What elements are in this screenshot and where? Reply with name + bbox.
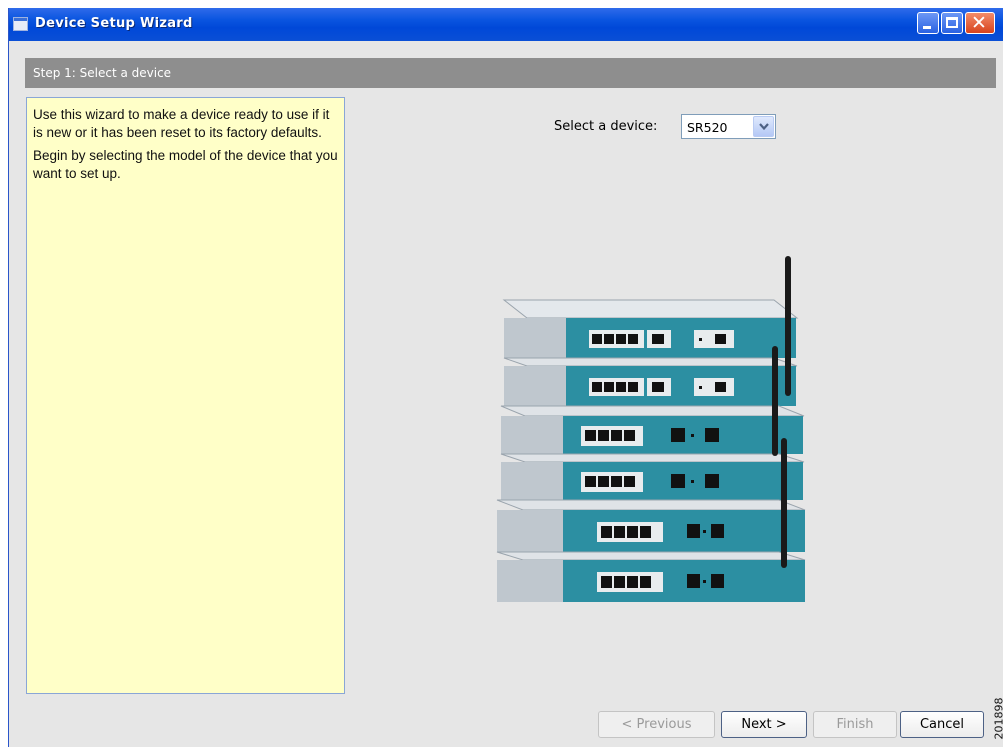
router-unit [503,357,798,406]
device-select-value: SR520 [687,120,728,135]
chevron-down-icon [759,123,769,131]
wizard-window: Device Setup Wizard ✕ Step 1: Select a d… [8,8,1003,747]
minimize-button[interactable] [917,12,939,34]
antenna [772,346,778,456]
figure-code-text: 201898 [992,697,1003,740]
window-icon [13,17,28,31]
previous-button[interactable]: < Previous [598,711,715,738]
close-icon: ✕ [971,12,987,34]
device-select-label: Select a device: [554,119,658,134]
help-text-instruction: Begin by selecting the model of the devi… [33,148,338,181]
next-button[interactable]: Next > [721,711,807,738]
router-unit [502,299,799,358]
router-unit [500,405,805,454]
dropdown-arrow-button[interactable] [753,116,774,137]
router-unit [496,499,806,552]
device-stack-image [496,256,806,602]
minimize-icon [923,26,931,29]
close-button[interactable]: ✕ [965,12,995,34]
antenna [781,438,787,568]
maximize-button[interactable] [941,12,963,34]
step-header: Step 1: Select a device [25,58,996,88]
cancel-button[interactable]: Cancel [900,711,984,738]
figure-code: 201898 [986,690,1003,747]
router-unit [500,453,805,500]
window-title: Device Setup Wizard [35,16,193,31]
step-title: Step 1: Select a device [33,66,172,80]
device-select-dropdown[interactable]: SR520 [681,114,776,139]
help-text-intro: Use this wizard to make a device ready t… [33,107,330,140]
maximize-icon [946,17,958,28]
antenna [785,256,791,396]
help-panel: Use this wizard to make a device ready t… [26,97,345,694]
finish-button[interactable]: Finish [813,711,897,738]
router-unit [496,551,806,602]
title-bar[interactable]: Device Setup Wizard ✕ [9,8,1003,41]
